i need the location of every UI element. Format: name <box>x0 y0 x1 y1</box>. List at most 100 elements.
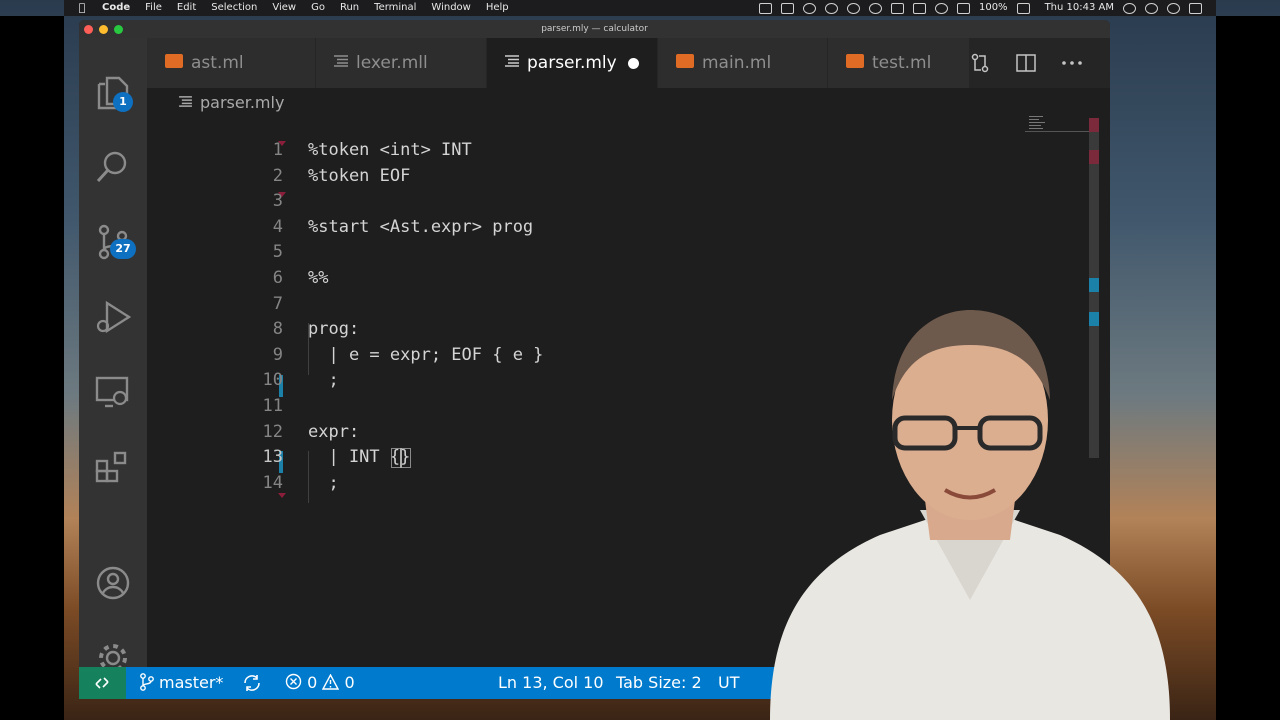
git-branch-icon <box>140 672 154 691</box>
tab-ast-ml[interactable]: ast.ml <box>147 38 315 88</box>
menu-terminal[interactable]: Terminal <box>374 0 416 16</box>
code-line[interactable]: 3 <box>147 189 1027 215</box>
do-not-disturb-icon[interactable] <box>824 2 838 14</box>
menu-edit[interactable]: Edit <box>177 0 196 16</box>
line-number: 12 <box>262 421 283 442</box>
branch-name: master* <box>159 673 224 692</box>
open-changes-icon[interactable] <box>970 53 990 73</box>
menu-bar-clock[interactable]: Thu 10:43 AM <box>1045 0 1114 16</box>
remote-indicator[interactable] <box>79 667 126 699</box>
line-text[interactable]: | e = expr; EOF { e } <box>308 343 543 369</box>
code-line[interactable]: 5 <box>147 240 1027 266</box>
line-number: 1 <box>272 140 283 160</box>
window-titlebar: parser.mly — calculator <box>79 20 1110 38</box>
scm-badge: 27 <box>110 239 136 259</box>
line-number: 7 <box>272 293 283 314</box>
battery-percent[interactable]: 100% <box>979 0 1008 16</box>
dropbox-icon[interactable] <box>780 2 794 14</box>
zoom-window-button[interactable] <box>114 25 123 34</box>
siri-icon[interactable] <box>1167 2 1180 14</box>
code-line[interactable]: 1 %token <int> INT <box>147 138 1027 164</box>
line-number: 6 <box>272 268 283 288</box>
line-text[interactable]: ; <box>308 471 338 497</box>
line-text[interactable]: %start <Ast.expr> prog <box>308 215 533 241</box>
battery-icon[interactable] <box>1016 2 1030 14</box>
sync-status-icon[interactable] <box>802 2 816 14</box>
tab-label: lexer.mll <box>356 53 428 73</box>
menu-run[interactable]: Run <box>340 0 359 16</box>
breadcrumb[interactable]: parser.mly <box>179 92 284 114</box>
search-icon <box>96 151 127 183</box>
line-number: 2 <box>272 165 283 186</box>
sync-icon[interactable] <box>242 674 262 692</box>
line-text[interactable]: %token EOF <box>308 164 410 190</box>
activity-source-control[interactable]: 27 <box>79 210 147 270</box>
code-line[interactable]: 4 %start <Ast.expr> prog <box>147 215 1027 241</box>
menu-code[interactable]: Code <box>102 0 130 16</box>
activity-extensions[interactable] <box>79 435 147 495</box>
close-window-button[interactable] <box>84 25 93 34</box>
apple-menu-icon[interactable]:  <box>76 0 88 16</box>
breadcrumb-file[interactable]: parser.mly <box>200 93 284 112</box>
line-text[interactable]: %token <int> INT <box>308 138 472 164</box>
activity-search[interactable] <box>79 135 147 195</box>
presenter-video-overlay <box>770 310 1170 720</box>
activity-accounts[interactable] <box>79 551 147 611</box>
more-actions-icon[interactable] <box>1062 61 1082 65</box>
tab-main-ml[interactable]: main.ml <box>658 38 827 88</box>
notification-center-icon[interactable] <box>1189 2 1202 14</box>
activity-explorer[interactable]: 1 <box>79 60 147 120</box>
unsaved-dot-icon[interactable] <box>628 58 639 69</box>
line-number: 4 <box>272 216 283 237</box>
cursor-position[interactable]: Ln 13, Col 10 <box>498 667 604 699</box>
spotlight-search-icon[interactable] <box>1145 2 1158 14</box>
tab-test-ml[interactable]: test.ml <box>828 38 969 88</box>
split-editor-icon[interactable] <box>1016 53 1036 73</box>
line-text[interactable]: ; <box>308 368 338 394</box>
line-number: 9 <box>272 344 283 365</box>
tab-lexer-mll[interactable]: lexer.mll <box>316 38 486 88</box>
volume-icon[interactable] <box>956 2 970 14</box>
window-title: parser.mly — calculator <box>541 24 648 34</box>
menu-window[interactable]: Window <box>431 0 470 16</box>
airplay-icon[interactable] <box>912 2 926 14</box>
line-number: 8 <box>272 319 283 340</box>
warning-count: 0 <box>344 673 355 692</box>
line-text[interactable]: expr: <box>308 420 359 446</box>
activity-remote-explorer[interactable] <box>79 360 147 420</box>
tab-parser-mly[interactable]: parser.mly <box>487 38 657 88</box>
code-line[interactable]: 6%% <box>147 266 1027 292</box>
user-icon[interactable] <box>1123 2 1136 14</box>
activity-bar: 1 27 <box>79 38 147 672</box>
tab-size-indicator[interactable]: Tab Size: 2 <box>616 667 702 699</box>
line-number: 14 <box>262 472 283 493</box>
line-number: 10 <box>262 370 283 391</box>
menu-file[interactable]: File <box>145 0 162 16</box>
run-debug-icon <box>96 300 131 334</box>
account-icon <box>96 566 130 600</box>
minimize-window-button[interactable] <box>99 25 108 34</box>
menu-help[interactable]: Help <box>486 0 509 16</box>
record-icon[interactable] <box>846 2 860 14</box>
scrollbar-error-mark <box>1089 118 1099 132</box>
activity-run-debug[interactable] <box>79 285 147 345</box>
error-icon <box>285 673 302 690</box>
line-number: 11 <box>262 396 283 416</box>
line-number: 3 <box>272 191 283 212</box>
line-text[interactable]: prog: <box>308 317 359 343</box>
problems-indicator[interactable]: 0 0 <box>285 667 355 699</box>
screen-capture-icon[interactable] <box>758 2 772 14</box>
menu-selection[interactable]: Selection <box>211 0 257 16</box>
menu-view[interactable]: View <box>272 0 296 16</box>
menu-go[interactable]: Go <box>311 0 325 16</box>
info-icon[interactable] <box>868 2 882 14</box>
minimap[interactable] <box>1025 116 1089 136</box>
code-line[interactable]: 2 %token EOF <box>147 164 1027 190</box>
line-text[interactable]: %% <box>308 266 328 292</box>
lines-icon <box>334 55 348 67</box>
scrollbar-error-mark <box>1089 150 1099 164</box>
remote-explorer-icon <box>95 376 129 408</box>
bluetooth-icon[interactable] <box>890 2 904 14</box>
branch-indicator[interactable]: master* <box>139 667 223 699</box>
wifi-icon[interactable] <box>934 2 948 14</box>
